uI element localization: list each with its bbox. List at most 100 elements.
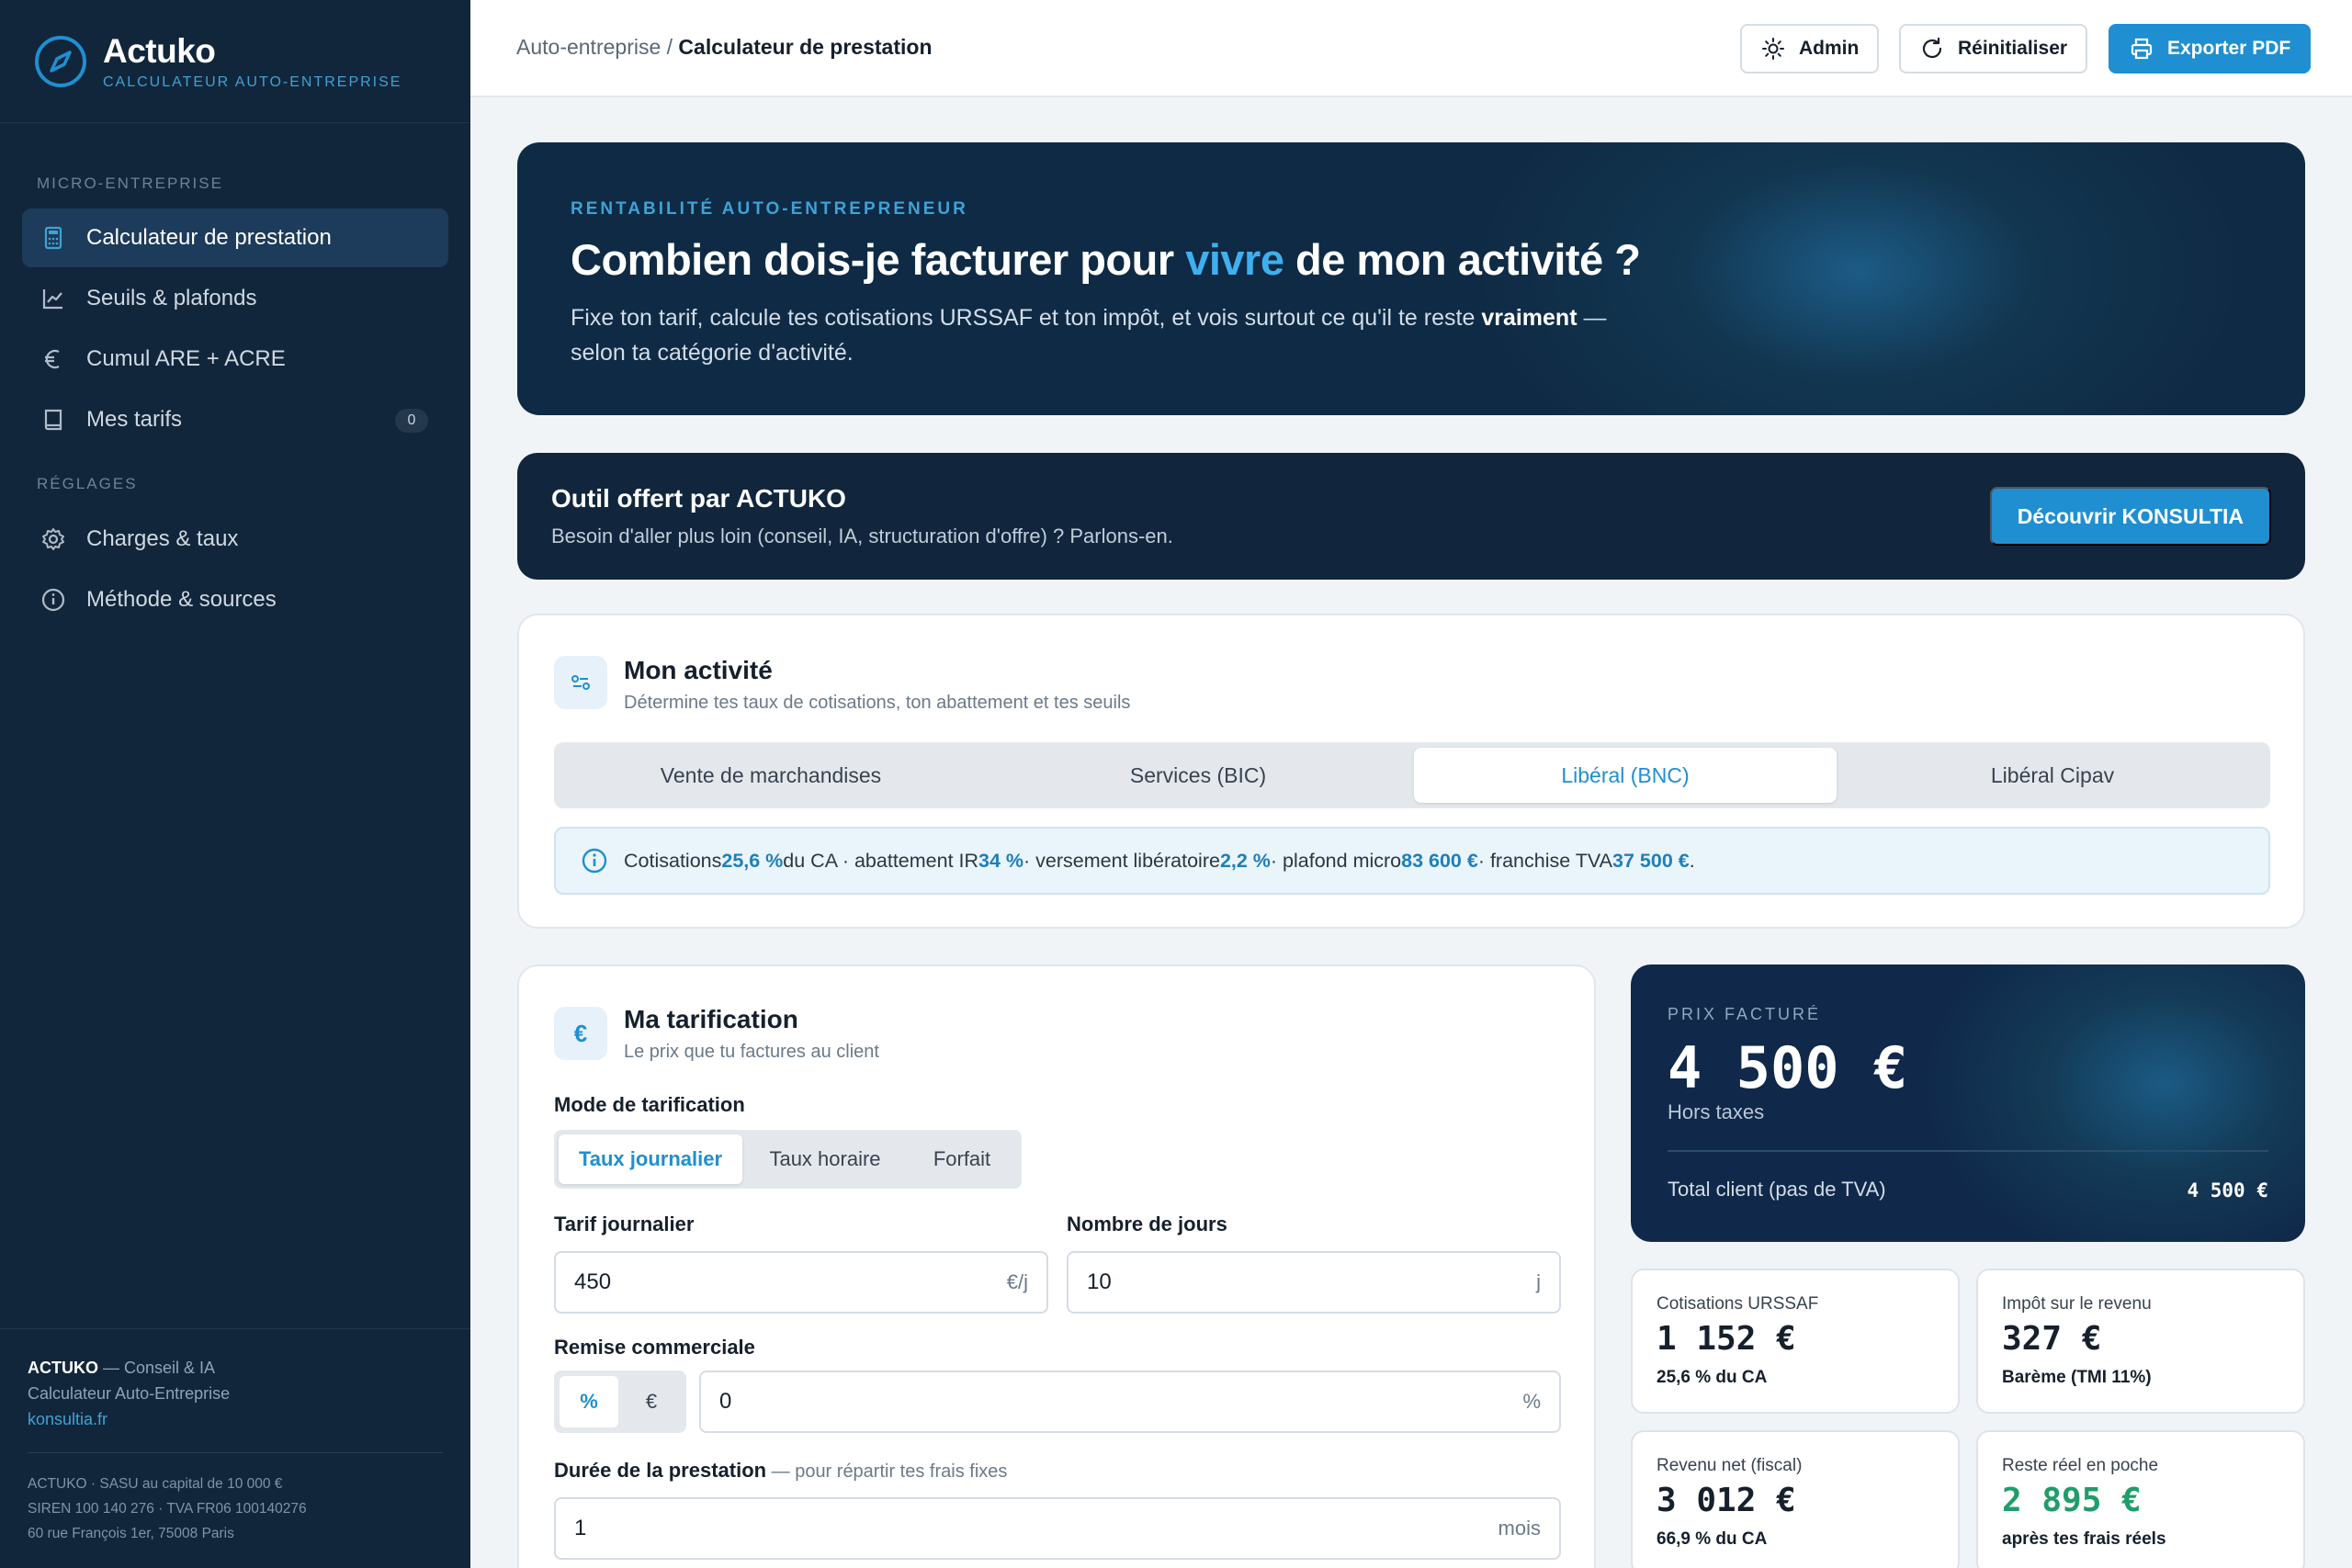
footer-company: ACTUKO — Conseil & IA	[28, 1359, 216, 1377]
daily-rate-unit: €/j	[1006, 1270, 1028, 1293]
tarifs-count-badge: 0	[395, 409, 428, 433]
promo-title: Outil offert par ACTUKO	[551, 484, 846, 513]
duration-value: 1	[574, 1516, 587, 1540]
stat-label: Cotisations URSSAF	[1657, 1294, 1819, 1314]
client-total-value: 4 500 €	[2187, 1179, 2268, 1201]
pricing-mode-label: Mode de tarification	[554, 1093, 745, 1116]
breadcrumb-separator: /	[661, 35, 679, 59]
admin-button-label: Admin	[1799, 38, 1860, 59]
price-divider	[1668, 1150, 2268, 1152]
euro-icon	[45, 349, 60, 369]
sidebar-item-label: Méthode & sources	[86, 587, 277, 612]
sidebar-item-label: Calculateur de prestation	[86, 225, 332, 250]
hero-banner: RENTABILITÉ AUTO-ENTREPRENEUR Combien do…	[517, 142, 2305, 415]
stat-sub: Barème (TMI 11%)	[2002, 1368, 2152, 1387]
daily-rate-label: Tarif journalier	[554, 1213, 695, 1235]
discover-konsultia-button[interactable]: Découvrir KONSULTIA	[1989, 487, 2271, 546]
pricing-card: € Ma tarification Le prix que tu facture…	[517, 964, 1596, 1568]
sidebar-item-seuils[interactable]: Seuils & plafonds	[22, 269, 448, 328]
stat-label: Reste réel en poche	[2002, 1456, 2159, 1475]
sidebar-item-label: Seuils & plafonds	[86, 286, 257, 310]
legal-line-2: SIREN 100 140 276 · TVA FR06 100140276	[28, 1501, 307, 1517]
sidebar: Actuko CALCULATEUR AUTO-ENTREPRISE MICRO…	[0, 0, 470, 1568]
days-value: 10	[1087, 1269, 1112, 1294]
activity-option-liberal-cipav[interactable]: Libéral Cipav	[1841, 748, 2264, 803]
footer-link[interactable]: konsultia.fr	[28, 1406, 443, 1432]
brand-subtitle: CALCULATEUR AUTO-ENTREPRISE	[103, 73, 402, 90]
stat-value: 1 152 €	[1657, 1320, 1796, 1358]
stat-sub: 66,9 % du CA	[1657, 1529, 1768, 1549]
mode-taux-journalier[interactable]: Taux journalier	[559, 1134, 742, 1184]
sidebar-item-label: Charges & taux	[86, 526, 239, 551]
brand[interactable]: Actuko CALCULATEUR AUTO-ENTREPRISE	[0, 0, 470, 123]
nav-section-reglages: RÉGLAGES	[37, 475, 138, 492]
stat-sub: après tes frais réels	[2002, 1529, 2166, 1549]
info-icon	[41, 588, 65, 612]
sidebar-item-methode[interactable]: Méthode & sources	[22, 570, 448, 629]
admin-button[interactable]: Admin	[1740, 24, 1880, 73]
activity-subtitle: Détermine tes taux de cotisations, ton a…	[624, 693, 1131, 713]
legal-line-1: ACTUKO · SASU au capital de 10 000 €	[28, 1476, 283, 1492]
duration-input[interactable]: 1 mois	[554, 1497, 1561, 1560]
breadcrumb: Auto-entreprise / Calculateur de prestat…	[516, 35, 933, 60]
discount-value: 0	[719, 1389, 732, 1414]
toggle-icon	[554, 656, 607, 709]
pricing-subtitle: Le prix que tu factures au client	[624, 1042, 879, 1062]
nav-section-micro: MICRO-ENTREPRISE	[37, 175, 223, 192]
activity-option-vente[interactable]: Vente de marchandises	[560, 748, 982, 803]
sidebar-item-charges[interactable]: Charges & taux	[22, 510, 448, 569]
duration-label: Durée de la prestation — pour répartir t…	[554, 1459, 1008, 1482]
sun-icon	[1762, 38, 1784, 60]
export-pdf-button[interactable]: Exporter PDF	[2109, 24, 2312, 73]
sidebar-item-label: Cumul ARE + ACRE	[86, 346, 286, 371]
topbar: Auto-entreprise / Calculateur de prestat…	[470, 0, 2352, 97]
days-unit: j	[1536, 1270, 1541, 1293]
hero-title: Combien dois-je facturer pour vivre de m…	[571, 235, 1641, 284]
stat-sub: 25,6 % du CA	[1657, 1368, 1768, 1387]
euro-icon: €	[554, 1007, 607, 1060]
discount-percent-option[interactable]: %	[560, 1376, 618, 1427]
discount-input[interactable]: 0 %	[699, 1371, 1561, 1433]
sidebar-item-tarifs[interactable]: Mes tarifs 0	[22, 390, 448, 449]
invoiced-price-value: 4 500 €	[1668, 1034, 1908, 1101]
days-input[interactable]: 10 j	[1067, 1251, 1561, 1314]
discount-type-toggle: % €	[554, 1371, 686, 1433]
stat-reste-reel: Reste réel en poche 2 895 € après tes fr…	[1976, 1430, 2305, 1568]
calculator-icon	[44, 226, 62, 250]
gear-icon	[42, 528, 64, 550]
breadcrumb-current: Calculateur de prestation	[678, 35, 933, 59]
activity-option-services[interactable]: Services (BIC)	[987, 748, 1409, 803]
mode-taux-horaire[interactable]: Taux horaire	[747, 1134, 903, 1184]
footer-product: Calculateur Auto-Entreprise	[28, 1384, 231, 1403]
sidebar-item-calculateur[interactable]: Calculateur de prestation	[22, 209, 448, 267]
stat-impot: Impôt sur le revenu 327 € Barème (TMI 11…	[1976, 1269, 2305, 1414]
daily-rate-input[interactable]: 450 €/j	[554, 1251, 1048, 1314]
pricing-title: Ma tarification	[624, 1005, 798, 1033]
reset-button-label: Réinitialiser	[1958, 38, 2068, 59]
stat-cotisations: Cotisations URSSAF 1 152 € 25,6 % du CA	[1631, 1269, 1960, 1414]
hero-description: Fixe ton tarif, calcule tes cotisations …	[571, 305, 1607, 366]
discount-euro-option[interactable]: €	[622, 1376, 681, 1427]
printer-icon	[2131, 38, 2153, 60]
days-label: Nombre de jours	[1067, 1213, 1227, 1235]
price-tax-note: Hors taxes	[1668, 1100, 1765, 1123]
sidebar-item-label: Mes tarifs	[86, 407, 183, 432]
discount-label: Remise commerciale	[554, 1336, 755, 1359]
reset-button[interactable]: Réinitialiser	[1899, 24, 2088, 73]
breadcrumb-parent[interactable]: Auto-entreprise	[516, 35, 661, 59]
chart-line-icon	[42, 289, 62, 310]
mode-forfait[interactable]: Forfait	[908, 1134, 1016, 1184]
stat-value: 327 €	[2002, 1320, 2102, 1358]
stat-label: Impôt sur le revenu	[2002, 1294, 2152, 1314]
legal-line-3: 60 rue François 1er, 75008 Paris	[28, 1526, 234, 1541]
footer-divider	[28, 1452, 443, 1453]
activity-selector: Vente de marchandises Services (BIC) Lib…	[554, 742, 2270, 808]
invoiced-price-card: PRIX FACTURÉ 4 500 € Hors taxes Total cl…	[1631, 964, 2305, 1242]
stat-value: 2 895 €	[2002, 1482, 2142, 1519]
book-icon	[44, 409, 62, 431]
activity-option-liberal-bnc[interactable]: Libéral (BNC)	[1414, 748, 1837, 803]
stat-revenu-net: Revenu net (fiscal) 3 012 € 66,9 % du CA	[1631, 1430, 1960, 1568]
client-total-label: Total client (pas de TVA)	[1668, 1178, 1886, 1201]
sidebar-item-cumul[interactable]: Cumul ARE + ACRE	[22, 330, 448, 389]
brand-name: Actuko	[103, 31, 216, 70]
